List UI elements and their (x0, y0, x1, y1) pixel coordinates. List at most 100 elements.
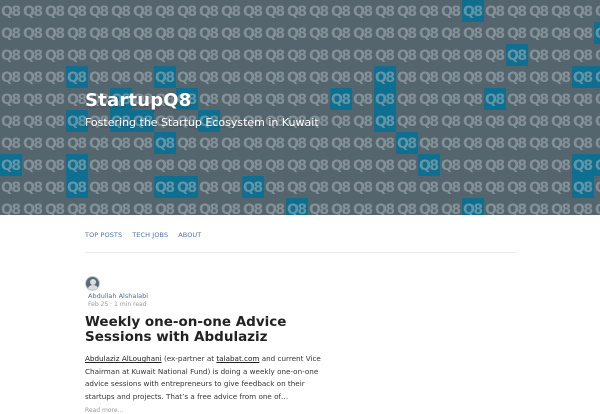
pattern-glyph: Q8 (199, 4, 218, 20)
pattern-glyph: Q8 (221, 26, 240, 42)
pattern-glyph: Q8 (441, 136, 460, 152)
pattern-glyph: Q8 (45, 180, 64, 196)
nav-item-tech-jobs[interactable]: TECH JOBS (132, 231, 168, 239)
pattern-glyph: Q8 (507, 26, 526, 42)
pattern-glyph: Q8 (1, 92, 20, 108)
pattern-glyph: Q8 (221, 48, 240, 64)
read-more-link[interactable]: Read more… (85, 407, 345, 414)
pattern-glyph: Q8 (133, 158, 152, 174)
pattern-glyph: Q8 (111, 136, 130, 152)
pattern-glyph: Q8 (595, 70, 600, 86)
post-card: Abdullah Alshalabi Feb 25 · 1 min read Wee… (85, 276, 345, 414)
post-read-time: 1 min read (114, 301, 147, 308)
pattern-glyph: Q8 (155, 158, 174, 174)
pattern-glyph: Q8 (573, 70, 592, 86)
pattern-glyph: Q8 (397, 136, 416, 152)
pattern-glyph: Q8 (89, 180, 108, 196)
pattern-glyph: Q8 (309, 202, 328, 215)
pattern-glyph: Q8 (573, 48, 592, 64)
excerpt-link-person[interactable]: Abdulaziz AlLoughani (85, 354, 162, 363)
user-avatar-icon[interactable] (85, 276, 100, 291)
pattern-glyph: Q8 (45, 114, 64, 130)
pattern-glyph: Q8 (485, 202, 504, 215)
pattern-glyph: Q8 (309, 158, 328, 174)
meta-separator: · (110, 301, 113, 308)
pattern-glyph: Q8 (573, 92, 592, 108)
pattern-glyph: Q8 (331, 4, 350, 20)
pattern-glyph: Q8 (463, 202, 482, 215)
pattern-glyph: Q8 (375, 180, 394, 196)
pattern-glyph: Q8 (419, 114, 438, 130)
pattern-glyph: Q8 (573, 180, 592, 196)
pattern-glyph: Q8 (287, 70, 306, 86)
pattern-glyph: Q8 (353, 114, 372, 130)
pattern-glyph: Q8 (353, 4, 372, 20)
pattern-glyph: Q8 (45, 48, 64, 64)
pattern-glyph: Q8 (375, 202, 394, 215)
pattern-glyph: Q8 (441, 202, 460, 215)
pattern-glyph: Q8 (155, 48, 174, 64)
pattern-glyph: Q8 (45, 4, 64, 20)
pattern-glyph: Q8 (507, 180, 526, 196)
pattern-glyph: Q8 (353, 136, 372, 152)
pattern-glyph: Q8 (199, 158, 218, 174)
pattern-glyph: Q8 (485, 26, 504, 42)
pattern-glyph: Q8 (375, 136, 394, 152)
pattern-glyph: Q8 (1, 136, 20, 152)
pattern-glyph: Q8 (419, 92, 438, 108)
excerpt-link-talabat[interactable]: talabat.com (216, 354, 259, 363)
pattern-glyph: Q8 (397, 114, 416, 130)
pattern-glyph: Q8 (265, 26, 284, 42)
post-title[interactable]: Weekly one-on-one Advice Sessions with A… (85, 315, 350, 345)
pattern-glyph: Q8 (155, 70, 174, 86)
post-date[interactable]: Feb 25 (88, 301, 108, 308)
nav-item-about[interactable]: ABOUT (178, 231, 201, 239)
pattern-glyph: Q8 (67, 70, 86, 86)
pattern-glyph: Q8 (1, 114, 20, 130)
site-tagline: Fostering the Startup Ecosystem in Kuwai… (85, 116, 319, 129)
pattern-glyph: Q8 (353, 48, 372, 64)
pattern-glyph: Q8 (133, 4, 152, 20)
pattern-glyph: Q8 (507, 202, 526, 215)
pattern-glyph: Q8 (67, 92, 86, 108)
pattern-glyph: Q8 (89, 136, 108, 152)
pattern-glyph: Q8 (287, 180, 306, 196)
pattern-glyph: Q8 (45, 26, 64, 42)
pattern-glyph: Q8 (177, 180, 196, 196)
pattern-glyph: Q8 (287, 136, 306, 152)
pattern-glyph: Q8 (133, 202, 152, 215)
pattern-glyph: Q8 (67, 4, 86, 20)
pattern-glyph: Q8 (551, 202, 570, 215)
pattern-glyph: Q8 (23, 114, 42, 130)
pattern-glyph: Q8 (595, 92, 600, 108)
pattern-glyph: Q8 (485, 158, 504, 174)
pattern-glyph: Q8 (155, 202, 174, 215)
pattern-glyph: Q8 (309, 70, 328, 86)
pattern-glyph: Q8 (265, 180, 284, 196)
pattern-glyph: Q8 (375, 4, 394, 20)
pattern-glyph: Q8 (1, 26, 20, 42)
pattern-glyph: Q8 (595, 4, 600, 20)
pattern-glyph: Q8 (111, 180, 130, 196)
pattern-glyph: Q8 (485, 180, 504, 196)
pattern-glyph: Q8 (573, 4, 592, 20)
pattern-glyph: Q8 (1, 202, 20, 215)
nav-item-top-posts[interactable]: TOP POSTS (85, 231, 122, 239)
pattern-glyph: Q8 (67, 158, 86, 174)
pattern-glyph: Q8 (67, 136, 86, 152)
pattern-glyph: Q8 (551, 158, 570, 174)
pattern-glyph: Q8 (595, 48, 600, 64)
post-author-name[interactable]: Abdullah Alshalabi (88, 292, 345, 300)
pattern-glyph: Q8 (573, 26, 592, 42)
pattern-glyph: Q8 (287, 4, 306, 20)
pattern-glyph: Q8 (529, 70, 548, 86)
pattern-glyph: Q8 (111, 158, 130, 174)
pattern-glyph: Q8 (111, 26, 130, 42)
pattern-glyph: Q8 (551, 4, 570, 20)
pattern-glyph: Q8 (331, 180, 350, 196)
pattern-glyph: Q8 (551, 136, 570, 152)
pattern-glyph: Q8 (89, 158, 108, 174)
site-title[interactable]: StartupQ8 (85, 90, 319, 111)
pattern-glyph: Q8 (353, 92, 372, 108)
pattern-glyph: Q8 (485, 48, 504, 64)
